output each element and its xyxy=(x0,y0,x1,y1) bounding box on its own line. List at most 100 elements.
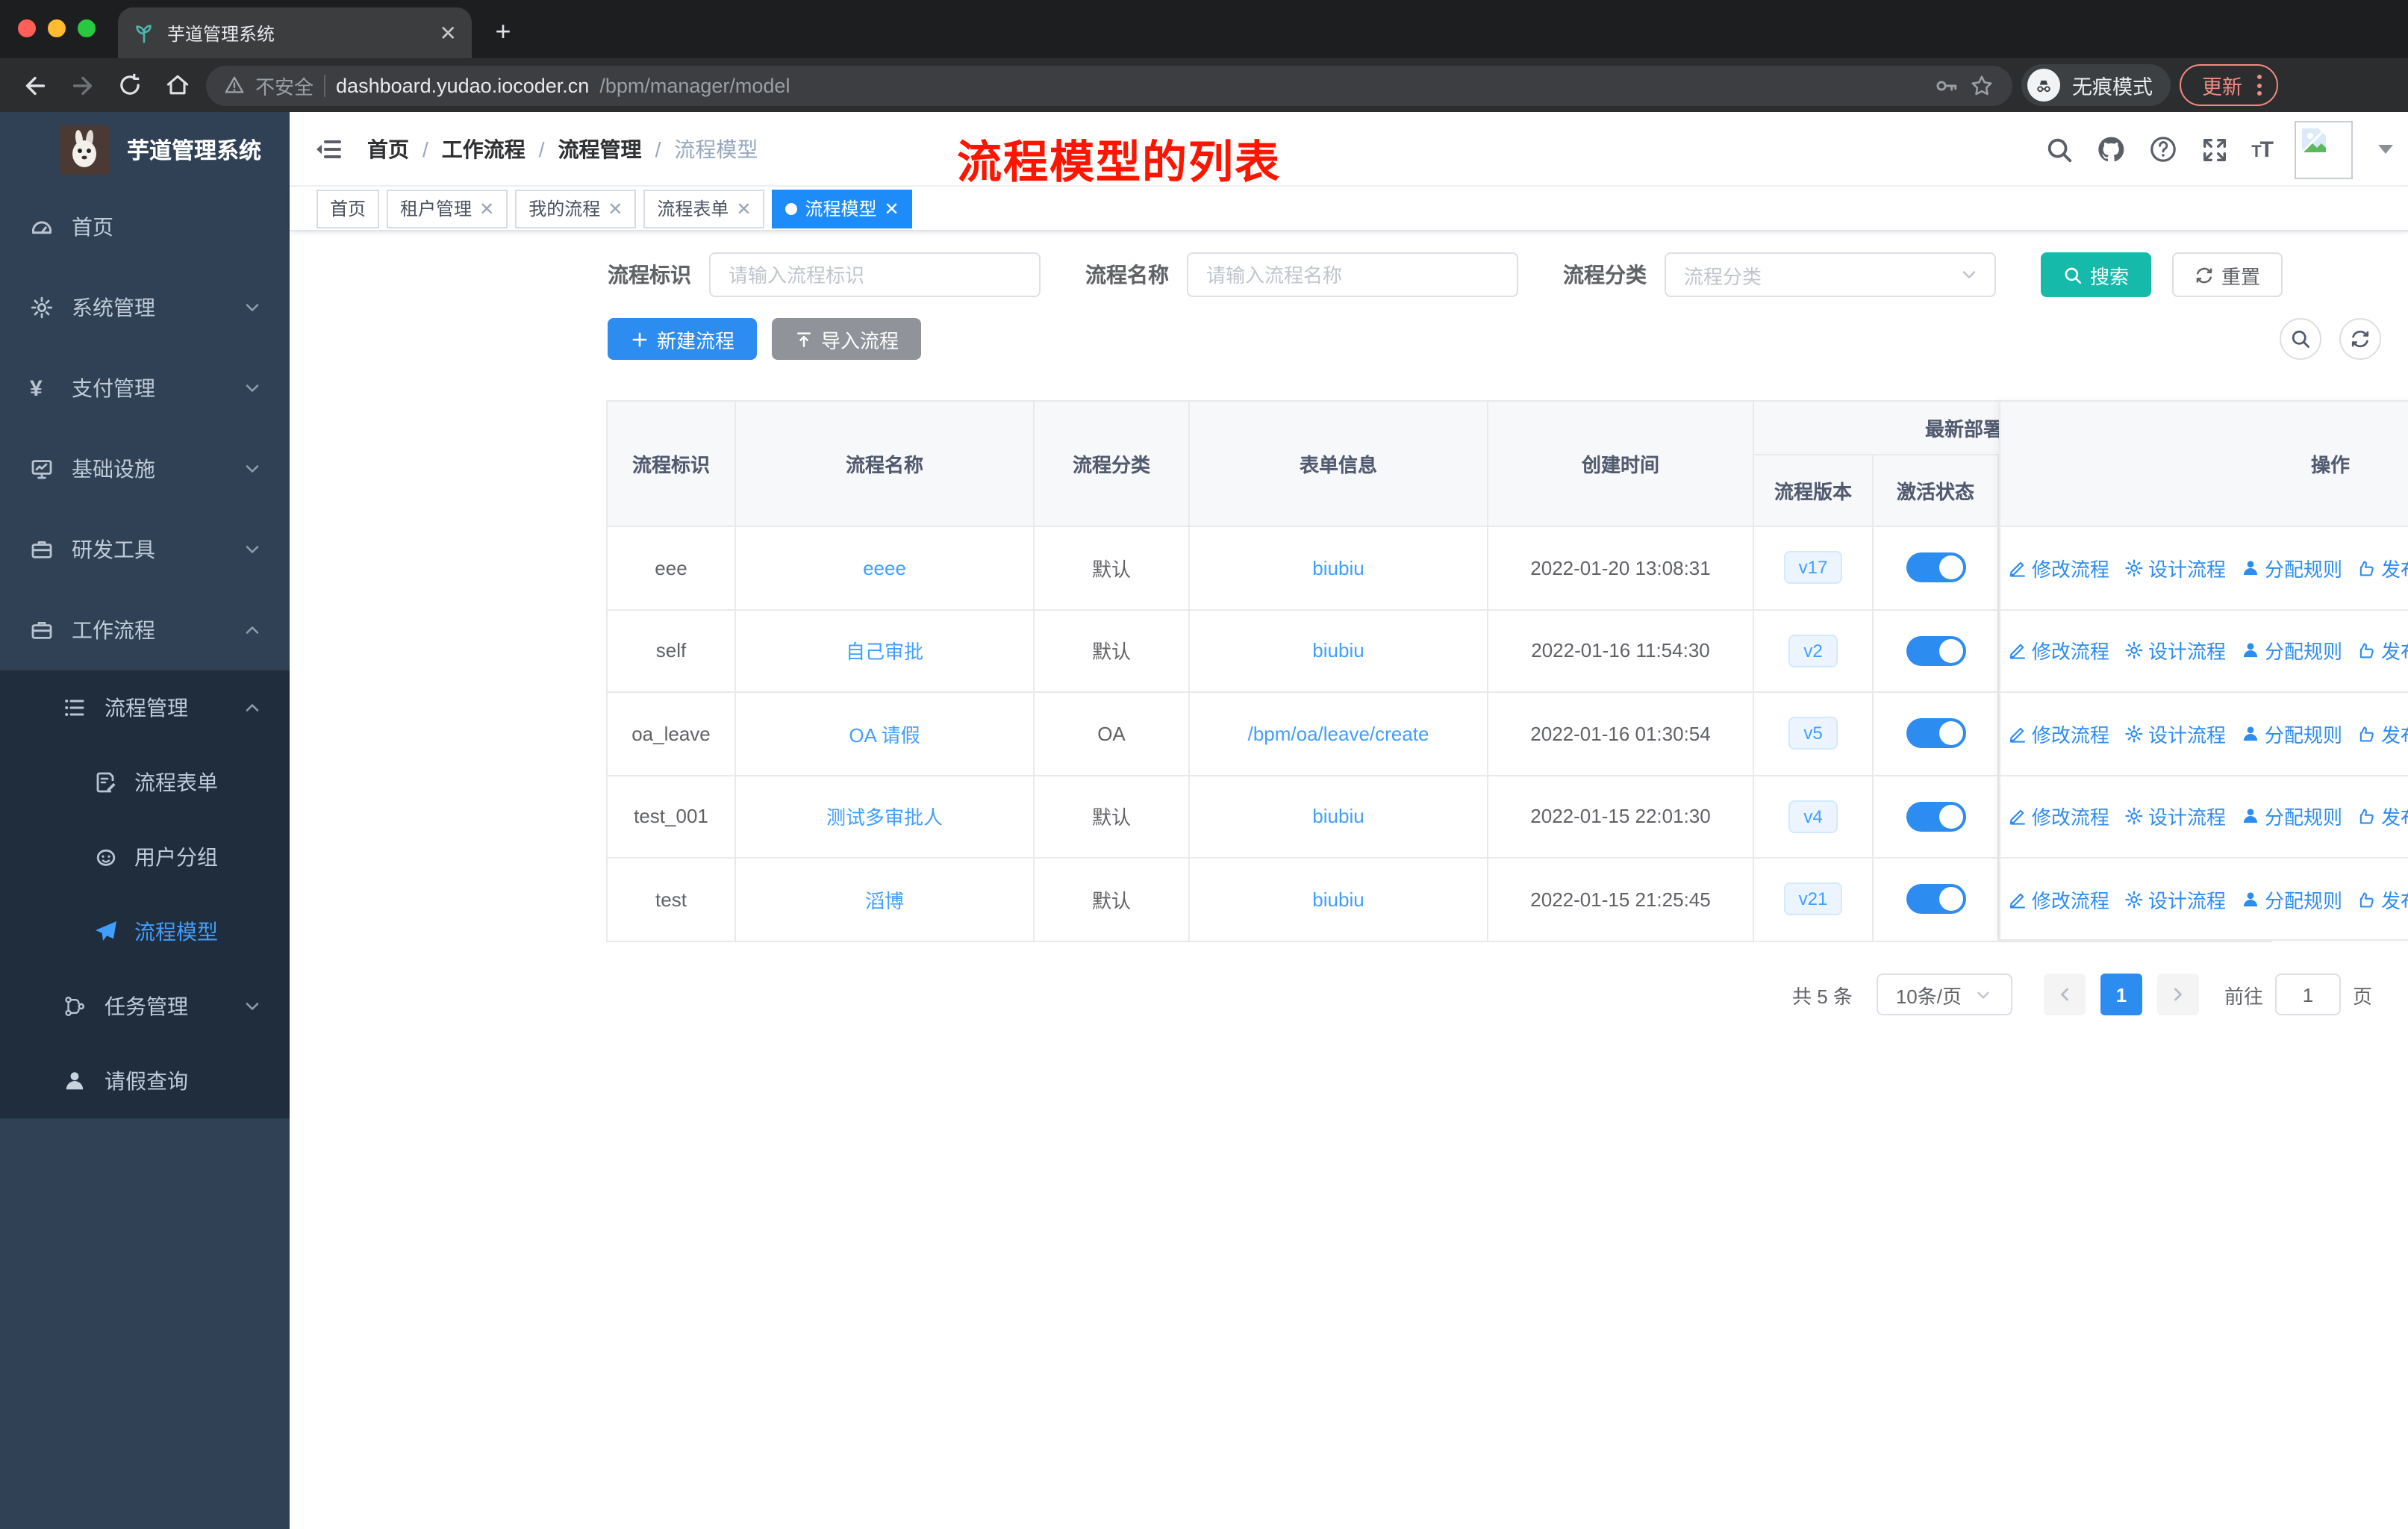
sidebar-item-task-management[interactable]: 任务管理 xyxy=(0,969,290,1044)
back-button[interactable] xyxy=(15,66,54,105)
process-name-link[interactable]: eeee xyxy=(863,557,906,579)
tag-home[interactable]: 首页 xyxy=(316,189,380,228)
browser-tab[interactable]: 芋道管理系统 ✕ xyxy=(118,7,472,58)
avatar[interactable] xyxy=(2295,120,2353,178)
breadcrumb-workflow[interactable]: 工作流程 xyxy=(442,134,525,164)
breadcrumb-home[interactable]: 首页 xyxy=(367,134,409,164)
browser-update-button[interactable]: 更新 xyxy=(2180,64,2278,106)
avatar-caret-down-icon[interactable] xyxy=(2378,145,2393,154)
active-toggle[interactable] xyxy=(1906,718,1965,749)
close-icon[interactable]: ✕ xyxy=(885,198,899,219)
active-toggle[interactable] xyxy=(1906,801,1965,832)
close-icon[interactable]: ✕ xyxy=(608,198,623,219)
tab-close-icon[interactable]: ✕ xyxy=(440,20,457,46)
edit-process-link[interactable]: 修改流程 xyxy=(2008,886,2109,915)
password-key-icon[interactable] xyxy=(1933,72,1959,98)
publish-process-link[interactable]: 发布流程 xyxy=(2357,637,2408,665)
edit-process-link[interactable]: 修改流程 xyxy=(2008,637,2109,665)
address-bar[interactable]: 不安全 dashboard.yudao.iocoder.cn/bpm/manag… xyxy=(206,65,2012,105)
home-button[interactable] xyxy=(158,66,197,105)
upload-icon xyxy=(794,329,814,349)
design-process-link[interactable]: 设计流程 xyxy=(2124,886,2226,915)
sidebar-item-workflow[interactable]: 工作流程 xyxy=(0,590,290,670)
cell-created-time: 2022-01-20 13:08:31 xyxy=(1487,526,1754,610)
search-icon xyxy=(2290,328,2311,349)
create-process-button[interactable]: 新建流程 xyxy=(608,318,758,360)
sidebar-logo[interactable]: 芋道管理系统 xyxy=(0,112,290,187)
publish-process-link[interactable]: 发布流程 xyxy=(2357,720,2408,748)
github-icon[interactable] xyxy=(2096,134,2126,164)
reset-button[interactable]: 重置 xyxy=(2172,252,2283,297)
help-icon[interactable] xyxy=(2148,134,2178,164)
search-icon[interactable] xyxy=(2045,135,2074,164)
sidebar-item-home[interactable]: 首页 xyxy=(0,187,290,267)
edit-process-link[interactable]: 修改流程 xyxy=(2008,803,2109,831)
sidebar-item-process-model[interactable]: 流程模型 xyxy=(0,894,290,969)
active-toggle[interactable] xyxy=(1906,552,1965,583)
edit-process-link[interactable]: 修改流程 xyxy=(2008,554,2109,582)
import-process-button[interactable]: 导入流程 xyxy=(772,318,922,360)
process-name-input[interactable] xyxy=(1187,252,1518,297)
assign-rule-link[interactable]: 分配规则 xyxy=(2241,720,2342,748)
design-process-link[interactable]: 设计流程 xyxy=(2124,554,2226,582)
font-size-icon[interactable]: TT xyxy=(2251,137,2274,162)
sidebar-item-payment[interactable]: ¥ 支付管理 xyxy=(0,348,290,429)
close-icon[interactable]: ✕ xyxy=(479,198,494,219)
goto-page-input[interactable] xyxy=(2274,974,2341,1015)
design-process-link[interactable]: 设计流程 xyxy=(2124,720,2226,748)
show-search-button[interactable] xyxy=(2280,318,2321,360)
assign-rule-link[interactable]: 分配规则 xyxy=(2241,554,2342,582)
sidebar-item-process-form[interactable]: 流程表单 xyxy=(0,745,290,820)
tag-process-model[interactable]: 流程模型 ✕ xyxy=(772,189,913,228)
tag-tenant[interactable]: 租户管理 ✕ xyxy=(387,189,508,228)
process-name-link[interactable]: 滔博 xyxy=(865,890,904,912)
form-info-link[interactable]: biubiu xyxy=(1312,640,1364,662)
design-process-link[interactable]: 设计流程 xyxy=(2124,637,2226,665)
browser-menu-icon[interactable] xyxy=(2257,75,2262,96)
forward-button[interactable] xyxy=(63,66,102,105)
sidebar-item-user-group[interactable]: 用户分组 xyxy=(0,820,290,894)
sidebar-item-system[interactable]: 系统管理 xyxy=(0,267,290,348)
assign-rule-link[interactable]: 分配规则 xyxy=(2241,637,2342,665)
edit-process-link[interactable]: 修改流程 xyxy=(2008,720,2109,748)
close-window-button[interactable] xyxy=(18,19,36,37)
form-info-link[interactable]: /bpm/oa/leave/create xyxy=(1248,723,1429,745)
prev-page-button[interactable] xyxy=(2043,974,2086,1015)
sidebar-item-leave-query[interactable]: 请假查询 xyxy=(0,1044,290,1118)
fullscreen-icon[interactable] xyxy=(2200,135,2229,164)
form-info-link[interactable]: biubiu xyxy=(1312,888,1364,911)
zoom-window-button[interactable] xyxy=(78,19,96,37)
close-icon[interactable]: ✕ xyxy=(736,198,751,219)
bookmark-star-icon[interactable] xyxy=(1969,72,1994,98)
page-size-select[interactable]: 10条/页 xyxy=(1876,974,2012,1015)
process-category-select[interactable]: 流程分类 xyxy=(1665,252,1996,297)
page-number-1[interactable]: 1 xyxy=(2100,974,2142,1015)
new-tab-button[interactable]: + xyxy=(484,13,523,52)
assign-rule-link[interactable]: 分配规则 xyxy=(2241,803,2342,831)
design-process-link[interactable]: 设计流程 xyxy=(2124,803,2226,831)
tag-process-form[interactable]: 流程表单 ✕ xyxy=(643,189,765,228)
publish-process-link[interactable]: 发布流程 xyxy=(2357,886,2408,915)
sidebar-item-infrastructure[interactable]: 基础设施 xyxy=(0,429,290,509)
tag-my-process[interactable]: 我的流程 ✕ xyxy=(515,189,637,228)
form-info-link[interactable]: biubiu xyxy=(1312,557,1364,579)
process-name-link[interactable]: 自己审批 xyxy=(846,641,923,664)
assign-rule-link[interactable]: 分配规则 xyxy=(2241,886,2342,915)
refresh-table-button[interactable] xyxy=(2339,318,2381,360)
sidebar-item-devtools[interactable]: 研发工具 xyxy=(0,509,290,590)
process-name-link[interactable]: OA 请假 xyxy=(849,724,920,747)
process-id-input[interactable] xyxy=(709,252,1041,297)
sidebar-item-process-management[interactable]: 流程管理 xyxy=(0,670,290,745)
minimize-window-button[interactable] xyxy=(48,19,66,37)
breadcrumb-process-management[interactable]: 流程管理 xyxy=(558,134,642,164)
reload-button[interactable] xyxy=(110,66,149,105)
form-info-link[interactable]: biubiu xyxy=(1312,806,1364,828)
publish-process-link[interactable]: 发布流程 xyxy=(2357,803,2408,831)
next-page-button[interactable] xyxy=(2156,974,2199,1015)
search-button[interactable]: 搜索 xyxy=(2041,252,2152,297)
process-name-link[interactable]: 测试多审批人 xyxy=(826,807,943,829)
active-toggle[interactable] xyxy=(1906,635,1965,666)
active-toggle[interactable] xyxy=(1906,884,1965,915)
sidebar-collapse-icon[interactable] xyxy=(311,131,346,166)
publish-process-link[interactable]: 发布流程 xyxy=(2357,554,2408,582)
